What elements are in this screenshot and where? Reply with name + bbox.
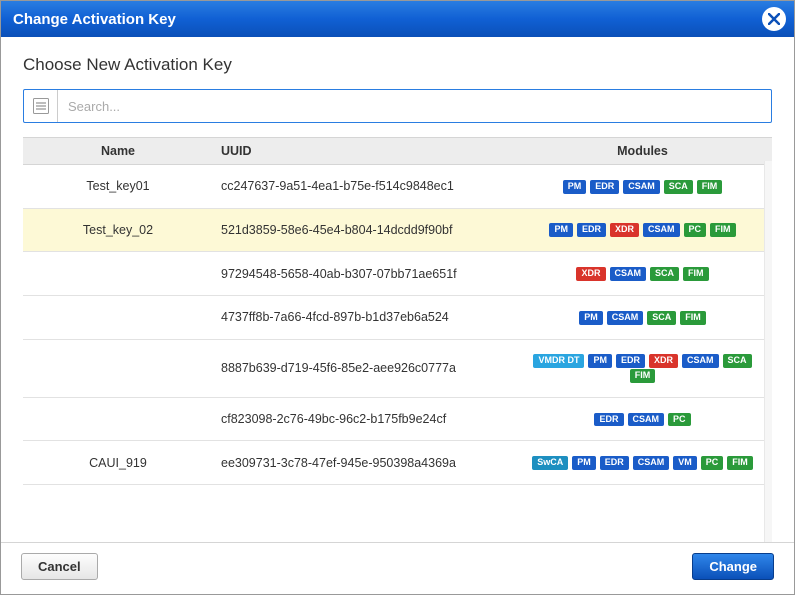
module-badge: PM <box>588 354 612 368</box>
uuid-cell: 4737ff8b-7a66-4fcd-897b-b1d37eb6a524 <box>213 295 513 339</box>
search-bar <box>23 89 772 123</box>
dialog-footer: Cancel Change <box>1 542 794 594</box>
module-badge: CSAM <box>682 354 719 368</box>
module-badge: FIM <box>683 267 709 281</box>
modules-cell: EDR CSAMPC <box>513 397 772 441</box>
module-badge: EDR <box>600 456 629 470</box>
name-cell: Test_key01 <box>23 165 213 209</box>
name-cell <box>23 295 213 339</box>
name-cell <box>23 339 213 397</box>
col-modules[interactable]: Modules <box>513 138 772 165</box>
module-badge: EDR <box>590 180 619 194</box>
dialog-titlebar: Change Activation Key <box>1 1 794 37</box>
module-badge: PM <box>579 311 603 325</box>
name-cell: CAUI_919 <box>23 441 213 485</box>
col-uuid[interactable]: UUID <box>213 138 513 165</box>
list-icon <box>33 98 49 114</box>
module-badge: CSAM <box>607 311 644 325</box>
table-header-row: Name UUID Modules <box>23 138 772 165</box>
key-table-wrap: Name UUID Modules Test_key01cc247637-9a5… <box>23 137 772 542</box>
module-badge: XDR <box>610 223 639 237</box>
table-row[interactable]: cf823098-2c76-49bc-96c2-b175fb9e24cf EDR C… <box>23 397 772 441</box>
module-badge: SCA <box>723 354 752 368</box>
search-filter-button[interactable] <box>24 90 58 122</box>
module-badge: SCA <box>650 267 679 281</box>
module-badge: SCA <box>664 180 693 194</box>
uuid-cell: ee309731-3c78-47ef-945e-950398a4369a <box>213 441 513 485</box>
module-badge: CSAM <box>610 267 647 281</box>
dialog-title: Change Activation Key <box>13 11 176 28</box>
search-input[interactable] <box>58 99 771 114</box>
module-badge: CSAM <box>643 223 680 237</box>
module-badge: SwCA <box>532 456 568 470</box>
module-badge: XDR <box>649 354 678 368</box>
name-cell <box>23 397 213 441</box>
uuid-cell: 8887b639-d719-45f6-85e2-aee926c0777a <box>213 339 513 397</box>
name-cell: Test_key_02 <box>23 208 213 252</box>
modules-cell: SwCA PM EDR CSAMVM PCFIM <box>513 441 772 485</box>
uuid-cell: cf823098-2c76-49bc-96c2-b175fb9e24cf <box>213 397 513 441</box>
modules-cell: PM CSAMSCA FIM <box>513 295 772 339</box>
change-activation-key-dialog: Change Activation Key Choose New Activat… <box>0 0 795 595</box>
close-icon <box>768 13 780 25</box>
module-badge: EDR <box>577 223 606 237</box>
module-badge: FIM <box>727 456 753 470</box>
table-row[interactable]: Test_key01cc247637-9a51-4ea1-b75e-f514c9… <box>23 165 772 209</box>
scrollbar-track[interactable] <box>764 161 772 542</box>
table-row[interactable]: 97294548-5658-40ab-b307-07bb71ae651f XDR C… <box>23 252 772 296</box>
module-badge: PM <box>572 456 596 470</box>
module-badge: FIM <box>630 369 656 383</box>
table-row[interactable]: Test_key_02521d3859-58e6-45e4-b804-14dcd… <box>23 208 772 252</box>
modules-cell: PMEDR CSAM SCA FIM <box>513 165 772 209</box>
module-badge: VM <box>673 456 697 470</box>
change-button[interactable]: Change <box>692 553 774 580</box>
module-badge: CSAM <box>623 180 660 194</box>
col-name[interactable]: Name <box>23 138 213 165</box>
uuid-cell: 521d3859-58e6-45e4-b804-14dcdd9f90bf <box>213 208 513 252</box>
modules-cell: XDR CSAMSCA FIM <box>513 252 772 296</box>
module-badge: PC <box>684 223 707 237</box>
module-badge: EDR <box>594 413 623 427</box>
table-row[interactable]: CAUI_919ee309731-3c78-47ef-945e-950398a4… <box>23 441 772 485</box>
module-badge: VMDR DT <box>533 354 584 368</box>
close-button[interactable] <box>762 7 786 31</box>
dialog-subtitle: Choose New Activation Key <box>23 55 772 75</box>
modules-cell: VMDR DT PM EDR XDR CSAM SCA FIM <box>513 339 772 397</box>
module-badge: EDR <box>616 354 645 368</box>
module-badge: PM <box>549 223 573 237</box>
module-badge: PC <box>701 456 724 470</box>
cancel-button[interactable]: Cancel <box>21 553 98 580</box>
uuid-cell: 97294548-5658-40ab-b307-07bb71ae651f <box>213 252 513 296</box>
module-badge: FIM <box>710 223 736 237</box>
module-badge: CSAM <box>628 413 665 427</box>
modules-cell: PM EDR XDR CSAM PCFIM <box>513 208 772 252</box>
name-cell <box>23 252 213 296</box>
uuid-cell: cc247637-9a51-4ea1-b75e-f514c9848ec1 <box>213 165 513 209</box>
dialog-body: Choose New Activation Key Name UUID M <box>1 37 794 542</box>
module-badge: FIM <box>680 311 706 325</box>
module-badge: CSAM <box>633 456 670 470</box>
module-badge: SCA <box>647 311 676 325</box>
module-badge: XDR <box>576 267 605 281</box>
key-table: Name UUID Modules Test_key01cc247637-9a5… <box>23 137 772 485</box>
module-badge: PC <box>668 413 691 427</box>
module-badge: PM <box>563 180 587 194</box>
module-badge: FIM <box>697 180 723 194</box>
table-row[interactable]: 4737ff8b-7a66-4fcd-897b-b1d37eb6a524 PM CS… <box>23 295 772 339</box>
table-row[interactable]: 8887b639-d719-45f6-85e2-aee926c0777aVMDR… <box>23 339 772 397</box>
